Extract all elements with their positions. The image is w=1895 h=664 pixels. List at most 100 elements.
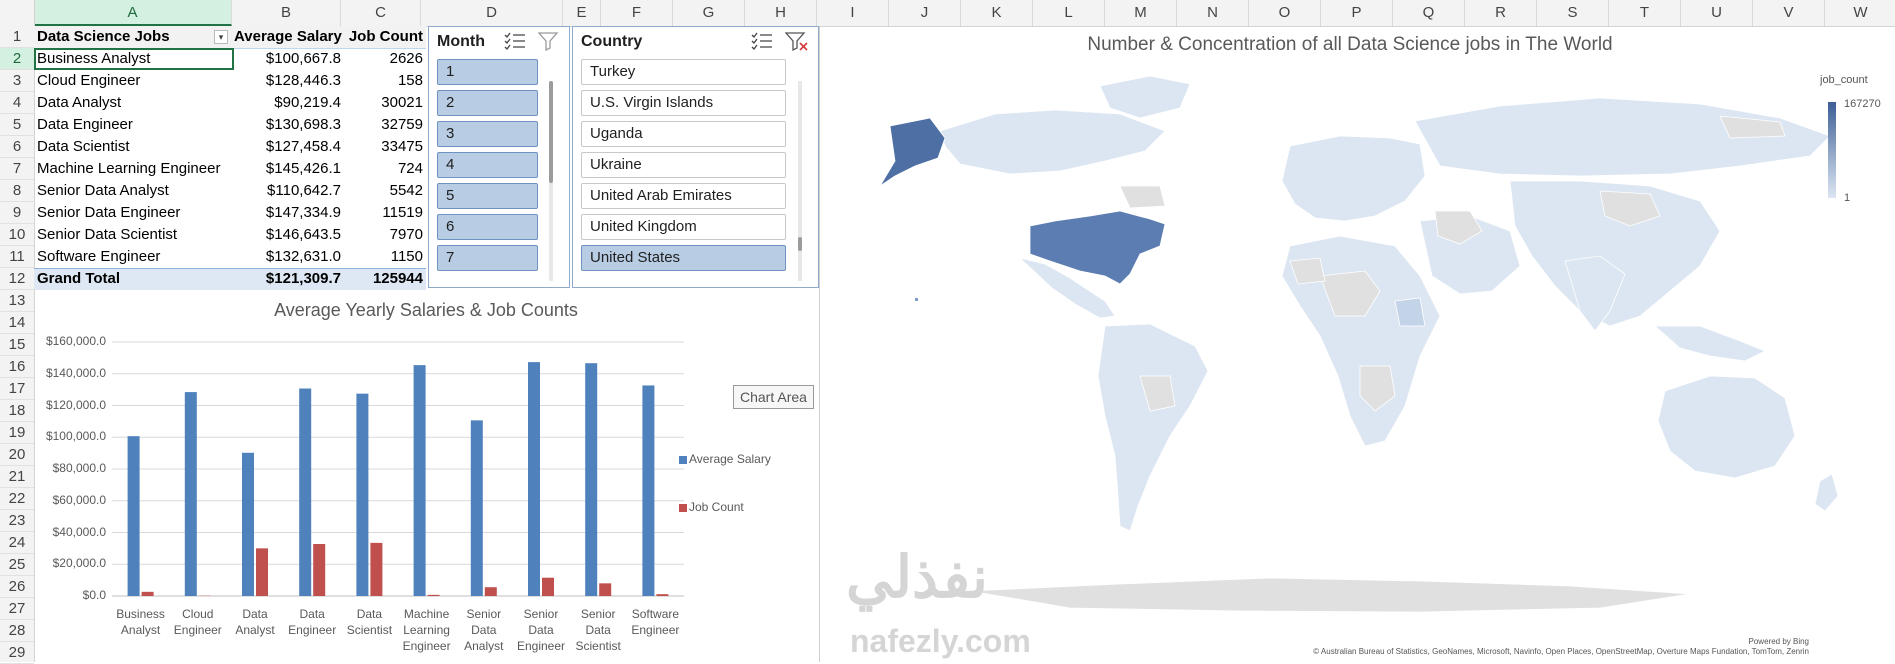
pivot-row-count[interactable]: 5542 [343,180,423,202]
pivot-total-count[interactable]: 125944 [343,268,423,290]
pivot-header-salary[interactable]: Average Salary [234,26,341,48]
pivot-row-salary[interactable]: $90,219.4 [234,92,341,114]
column-header-c[interactable]: C [341,0,421,26]
multi-select-icon[interactable] [504,31,526,55]
row-header-26[interactable]: 26 [0,576,34,598]
row-header-13[interactable]: 13 [0,290,34,312]
column-header-w[interactable]: W [1825,0,1895,26]
row-header-19[interactable]: 19 [0,422,34,444]
pivot-total-salary[interactable]: $121,309.7 [234,268,341,290]
row-header-25[interactable]: 25 [0,554,34,576]
month-slicer-item[interactable]: 6 [437,214,538,240]
bar-average-salary[interactable] [414,365,426,596]
month-slicer-item[interactable]: 3 [437,121,538,147]
column-header-o[interactable]: O [1249,0,1321,26]
row-header-11[interactable]: 11 [0,246,34,268]
row-header-21[interactable]: 21 [0,466,34,488]
pivot-row-count[interactable]: 158 [343,70,423,92]
bar-job-count[interactable] [428,595,440,596]
column-header-t[interactable]: T [1609,0,1681,26]
row-header-20[interactable]: 20 [0,444,34,466]
row-header-16[interactable]: 16 [0,356,34,378]
pivot-row-count[interactable]: 2626 [343,48,423,70]
pivot-header-jobs[interactable]: Data Science Jobs [37,26,207,48]
row-header-4[interactable]: 4 [0,92,34,114]
pivot-row-salary[interactable]: $128,446.3 [234,70,341,92]
country-slicer[interactable]: Country TurkeyU.S. Virgin IslandsUgandaU… [572,26,819,288]
row-header-14[interactable]: 14 [0,312,34,334]
pivot-total-label[interactable]: Grand Total [37,268,207,290]
column-header-q[interactable]: Q [1393,0,1465,26]
column-header-h[interactable]: H [745,0,817,26]
pivot-row-count[interactable]: 30021 [343,92,423,114]
column-header-l[interactable]: L [1033,0,1105,26]
column-header-b[interactable]: B [232,0,341,26]
column-header-e[interactable]: E [563,0,601,26]
pivot-row-salary[interactable]: $127,458.4 [234,136,341,158]
pivot-row-salary[interactable]: $147,334.9 [234,202,341,224]
column-header-g[interactable]: G [673,0,745,26]
bar-average-salary[interactable] [299,389,311,596]
salary-job-chart[interactable]: Average Yearly Salaries & Job Counts $0.… [36,292,816,660]
bar-average-salary[interactable] [471,420,483,596]
pivot-row-job[interactable]: Cloud Engineer [37,70,232,92]
row-header-9[interactable]: 9 [0,202,34,224]
row-header-12[interactable]: 12 [0,268,34,290]
row-header-1[interactable]: 1 [0,26,34,48]
bar-job-count[interactable] [485,587,497,596]
column-header-i[interactable]: I [817,0,889,26]
bar-job-count[interactable] [656,594,668,596]
column-header-u[interactable]: U [1681,0,1753,26]
row-header-22[interactable]: 22 [0,488,34,510]
row-header-8[interactable]: 8 [0,180,34,202]
pivot-row-salary[interactable]: $130,698.3 [234,114,341,136]
month-slicer-item[interactable]: 1 [437,59,538,85]
clear-filter-icon[interactable] [785,31,809,57]
month-slicer-item[interactable]: 4 [437,152,538,178]
month-slicer[interactable]: Month 1234567 [428,26,570,288]
pivot-row-job[interactable]: Senior Data Engineer [37,202,232,224]
column-header-f[interactable]: F [601,0,673,26]
pivot-row-count[interactable]: 33475 [343,136,423,158]
bar-average-salary[interactable] [128,436,140,596]
row-header-6[interactable]: 6 [0,136,34,158]
pivot-row-job[interactable]: Data Engineer [37,114,232,136]
row-header-15[interactable]: 15 [0,334,34,356]
country-slicer-item[interactable]: U.S. Virgin Islands [581,90,786,116]
bar-job-count[interactable] [599,583,611,596]
bar-job-count[interactable] [313,544,325,596]
row-header-2[interactable]: 2 [0,48,34,70]
bar-average-salary[interactable] [585,363,597,596]
pivot-row-salary[interactable]: $110,642.7 [234,180,341,202]
bar-average-salary[interactable] [528,362,540,596]
month-slicer-item[interactable]: 5 [437,183,538,209]
column-header-n[interactable]: N [1177,0,1249,26]
row-header-10[interactable]: 10 [0,224,34,246]
row-header-24[interactable]: 24 [0,532,34,554]
month-slicer-item[interactable]: 2 [437,90,538,116]
pivot-row-count[interactable]: 1150 [343,246,423,268]
pivot-row-job[interactable]: Senior Data Scientist [37,224,232,246]
multi-select-icon[interactable] [751,31,773,55]
bar-job-count[interactable] [370,543,382,596]
bar-average-salary[interactable] [642,385,654,596]
column-header-v[interactable]: V [1753,0,1825,26]
country-slicer-item[interactable]: Turkey [581,59,786,85]
month-scroll-thumb[interactable] [549,81,553,183]
pivot-row-salary[interactable]: $100,667.8 [234,48,341,70]
bar-average-salary[interactable] [185,392,197,596]
row-header-7[interactable]: 7 [0,158,34,180]
row-header-5[interactable]: 5 [0,114,34,136]
row-header-28[interactable]: 28 [0,620,34,642]
column-header-d[interactable]: D [421,0,563,26]
row-header-23[interactable]: 23 [0,510,34,532]
pivot-row-job[interactable]: Data Analyst [37,92,232,114]
country-slicer-item[interactable]: United Kingdom [581,214,786,240]
column-header-s[interactable]: S [1537,0,1609,26]
column-header-r[interactable]: R [1465,0,1537,26]
pivot-row-salary[interactable]: $146,643.5 [234,224,341,246]
pivot-row-salary[interactable]: $145,426.1 [234,158,341,180]
country-slicer-item[interactable]: Ukraine [581,152,786,178]
row-header-29[interactable]: 29 [0,642,34,664]
pivot-header-count[interactable]: Job Count [343,26,423,48]
